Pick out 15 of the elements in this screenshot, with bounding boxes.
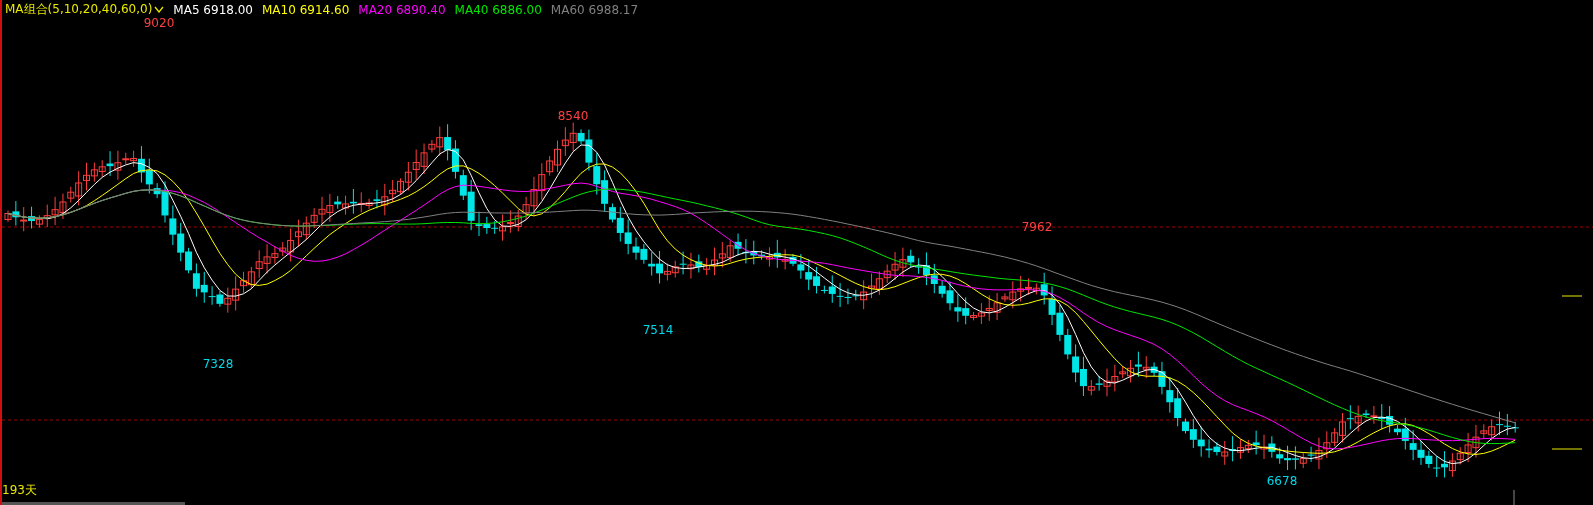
low-price-label: 7328 [202,357,234,371]
scroll-bar[interactable] [2,502,185,505]
high-price-label: 8540 [557,109,589,123]
low-price-label: 6678 [1266,474,1298,488]
moving-average-value: MA5 6918.00 [173,2,253,17]
low-price-label: 7514 [642,323,674,337]
chevron-down-icon[interactable] [154,6,165,13]
high-price-label: 7962 [1021,220,1053,234]
moving-average-value: MA20 6890.40 [358,2,446,17]
moving-average-value: MA60 6988.17 [550,2,639,17]
indicator-name[interactable]: MA组合(5,10,20,40,60,0) [5,1,153,18]
moving-average-value: MA40 6886.00 [454,2,542,17]
moving-average-value: MA10 6914.60 [262,2,350,17]
day-count: 193天 [2,482,37,499]
high-price-label: 9020 [143,16,175,30]
